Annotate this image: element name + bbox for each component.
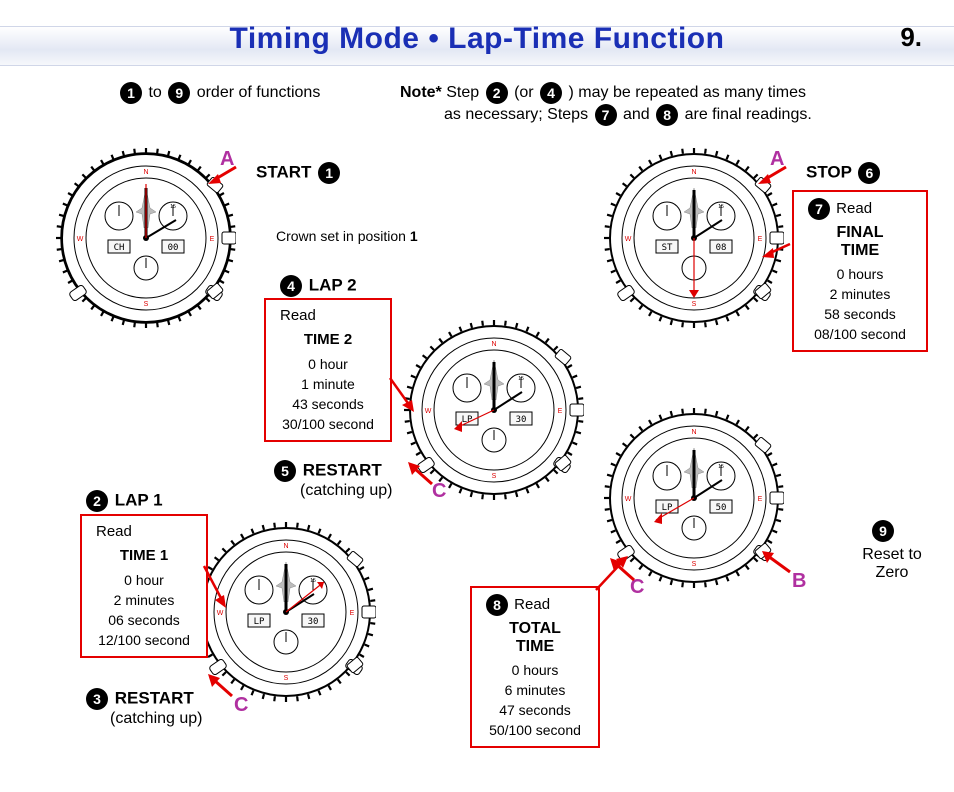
step-5-badge: 5 <box>274 460 296 482</box>
step-8-badge: 8 <box>486 594 508 616</box>
svg-text:08: 08 <box>716 243 727 253</box>
page-number: 9. <box>900 22 922 53</box>
note-2b: and <box>623 106 650 123</box>
reset-to-zero: Reset toZero <box>852 546 932 582</box>
arrow-a-2 <box>756 162 796 188</box>
svg-text:LP: LP <box>462 415 473 425</box>
step-2-badge: 2 <box>86 490 108 512</box>
arrow-box-final <box>760 240 798 264</box>
arrow-box-lap1 <box>198 560 232 620</box>
arrow-b <box>758 548 798 578</box>
svg-text:30: 30 <box>308 617 319 627</box>
note-prefix: Note* <box>400 84 442 101</box>
note-2a: as necessary; Steps <box>444 106 588 123</box>
step-8-icon: 8 <box>656 104 678 126</box>
step-2-icon: 2 <box>486 82 508 104</box>
crown-note: Crown set in position 1 <box>276 228 418 244</box>
step-9-badge: 9 <box>872 520 894 542</box>
step-4-badge: 4 <box>280 275 302 297</box>
lap1-title: 2 LAP 1 <box>84 490 163 512</box>
note-1c: ) may be repeated as many times <box>569 84 806 101</box>
note-2c: are final readings. <box>685 106 812 123</box>
step-7-badge: 7 <box>808 198 830 220</box>
lcd-left: CH <box>114 243 125 253</box>
step-4-icon: 4 <box>540 82 562 104</box>
page-title: Timing Mode • Lap-Time Function <box>0 22 954 56</box>
intro-to: to <box>148 84 161 101</box>
step-9-icon: 9 <box>168 82 190 104</box>
time1-label: TIME 1 <box>90 546 198 566</box>
step-1-icon: 1 <box>120 82 142 104</box>
note-1b: (or <box>514 84 534 101</box>
note-1a: Step <box>446 84 479 101</box>
lcd-right: 00 <box>168 243 179 253</box>
lap2-box: Read TIME 2 0 hour 1 minute 43 seconds 3… <box>264 298 392 442</box>
start-label: START 1 <box>256 162 342 184</box>
catching-up-1: (catching up) <box>110 710 203 728</box>
svg-text:ST: ST <box>662 243 673 253</box>
catching-up-2: (catching up) <box>300 482 393 500</box>
svg-text:50: 50 <box>716 503 727 513</box>
arrow-a-1 <box>206 162 246 188</box>
svg-text:LP: LP <box>254 617 265 627</box>
read-label-1: Read <box>96 522 198 542</box>
step-6-badge: 6 <box>858 162 880 184</box>
stop-label: STOP 6 <box>806 162 882 184</box>
arrow-c-3 <box>606 556 640 586</box>
arrow-c-2 <box>404 460 438 490</box>
intro-order: order of functions <box>197 84 321 101</box>
arrow-box-lap2 <box>384 372 424 418</box>
lap1-box: Read TIME 1 0 hour 2 minutes 06 seconds … <box>80 514 208 658</box>
final-time-box: 7 Read FINALTIME 0 hours 2 minutes 58 se… <box>792 190 928 352</box>
total-time-box: 8 Read TOTALTIME 0 hours 6 minutes 47 se… <box>470 586 600 748</box>
restart-1: 3 RESTART <box>84 688 194 710</box>
restart-2: 5 RESTART <box>272 460 382 482</box>
lap2-title: 4 LAP 2 <box>278 275 357 297</box>
step-7-icon: 7 <box>595 104 617 126</box>
step-3-badge: 3 <box>86 688 108 710</box>
step-1-badge: 1 <box>318 162 340 184</box>
intro-left: 1 to 9 order of functions <box>118 82 320 104</box>
arrow-c-1 <box>204 672 238 702</box>
intro-note: Note* Step 2 (or 4 ) may be repeated as … <box>400 82 918 126</box>
svg-text:30: 30 <box>516 415 527 425</box>
